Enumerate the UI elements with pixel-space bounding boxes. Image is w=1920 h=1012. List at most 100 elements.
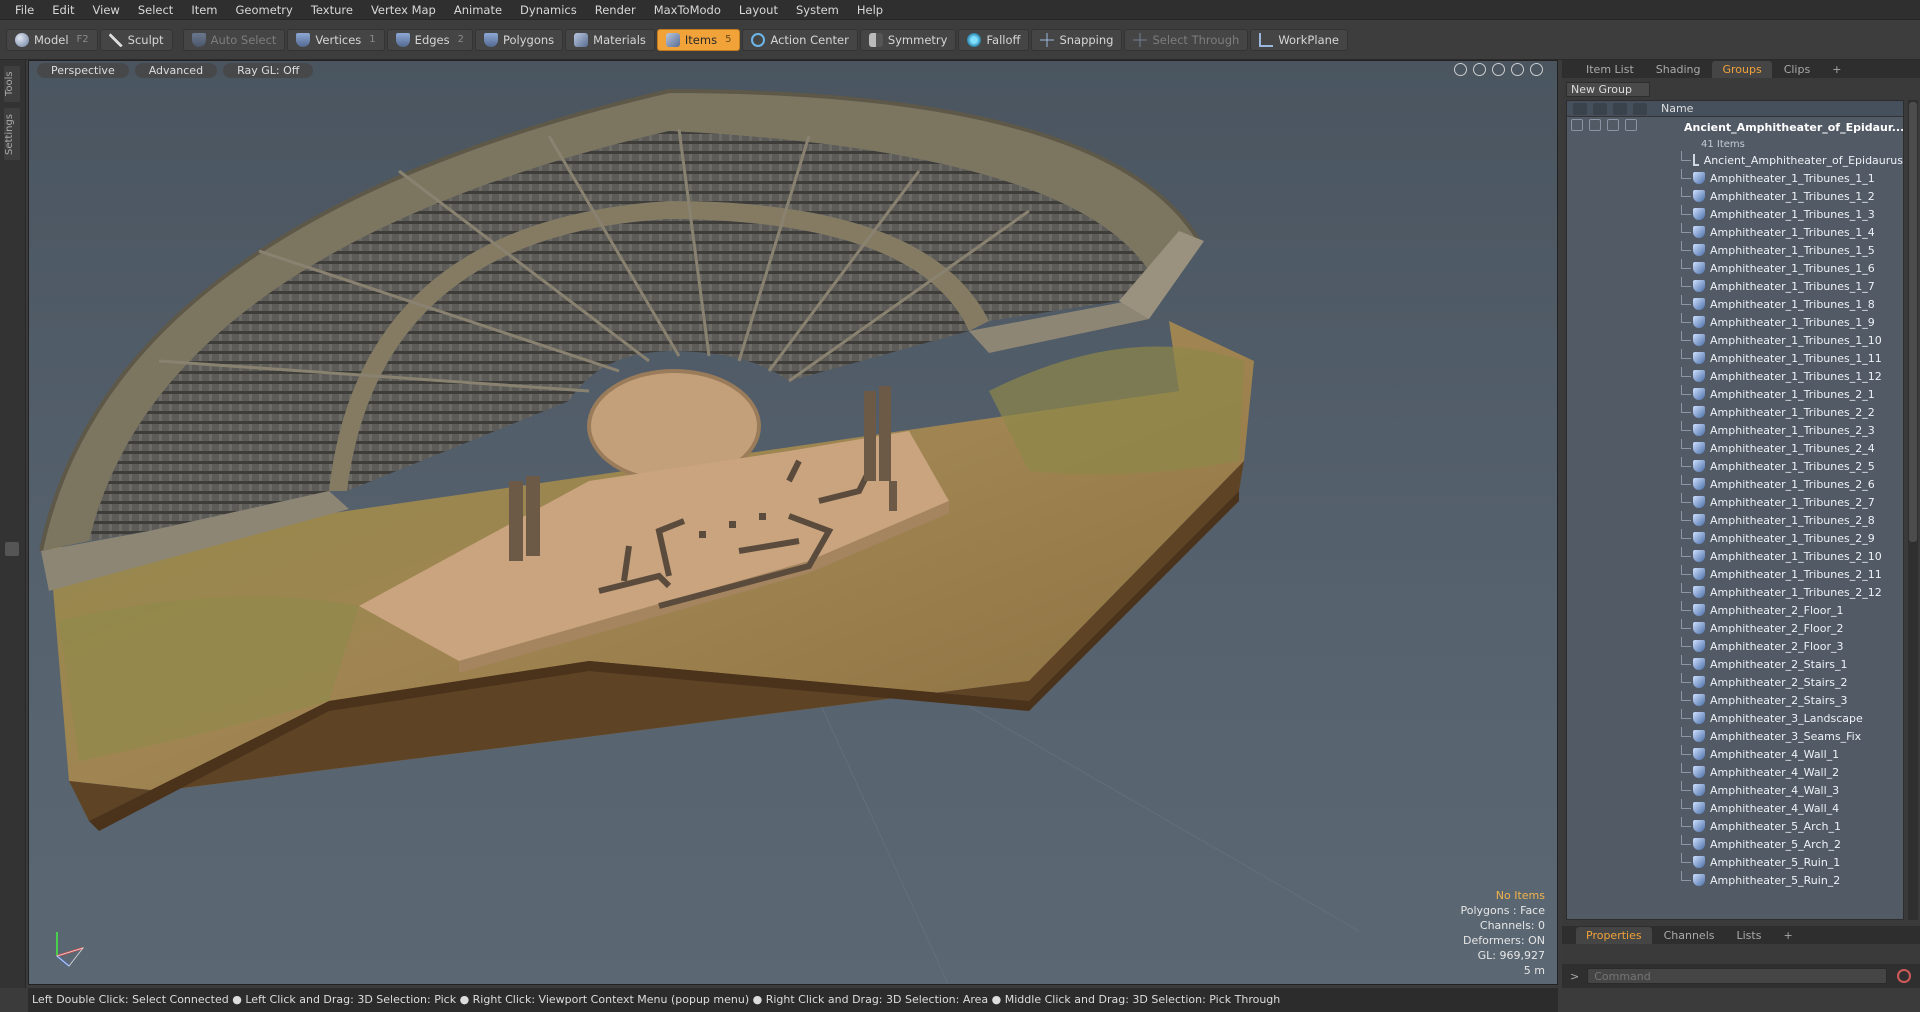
select-through-button[interactable]: Select Through bbox=[1124, 28, 1249, 51]
group-item-row[interactable]: Amphitheater_5_Arch_2 bbox=[1567, 835, 1903, 853]
group-root-row[interactable]: Ancient_Amphitheater_of_Epidaur... bbox=[1567, 117, 1903, 137]
menu-file[interactable]: File bbox=[6, 3, 43, 17]
group-item-row[interactable]: Amphitheater_4_Wall_1 bbox=[1567, 745, 1903, 763]
group-item-row[interactable]: Amphitheater_1_Tribunes_1_8 bbox=[1567, 295, 1903, 313]
fit-icon[interactable] bbox=[1511, 63, 1524, 76]
group-item-row[interactable]: Amphitheater_1_Tribunes_1_10 bbox=[1567, 331, 1903, 349]
group-item-row[interactable]: Amphitheater_3_Seams_Fix bbox=[1567, 727, 1903, 745]
group-item-row[interactable]: Amphitheater_3_Landscape bbox=[1567, 709, 1903, 727]
group-item-row[interactable]: Amphitheater_1_Tribunes_2_7 bbox=[1567, 493, 1903, 511]
command-input[interactable] bbox=[1587, 968, 1888, 984]
group-item-row[interactable]: Amphitheater_1_Tribunes_1_11 bbox=[1567, 349, 1903, 367]
group-item-row[interactable]: Amphitheater_2_Floor_2 bbox=[1567, 619, 1903, 637]
group-item-row[interactable]: Amphitheater_4_Wall_2 bbox=[1567, 763, 1903, 781]
materials-button[interactable]: Materials bbox=[565, 28, 655, 51]
group-item-row[interactable]: Amphitheater_2_Floor_1 bbox=[1567, 601, 1903, 619]
group-item-row[interactable]: Amphitheater_1_Tribunes_2_9 bbox=[1567, 529, 1903, 547]
zoom-icon[interactable] bbox=[1492, 63, 1505, 76]
group-item-row[interactable]: Amphitheater_1_Tribunes_1_2 bbox=[1567, 187, 1903, 205]
group-item-row[interactable]: Amphitheater_2_Stairs_3 bbox=[1567, 691, 1903, 709]
group-item-row[interactable]: Amphitheater_1_Tribunes_2_4 bbox=[1567, 439, 1903, 457]
visibility-column-icon[interactable] bbox=[1573, 102, 1587, 115]
group-item-row[interactable]: Amphitheater_2_Stairs_2 bbox=[1567, 673, 1903, 691]
tab-channels[interactable]: Channels bbox=[1654, 927, 1725, 944]
snapping-button[interactable]: Snapping bbox=[1031, 28, 1123, 51]
group-item-row[interactable]: Amphitheater_1_Tribunes_2_8 bbox=[1567, 511, 1903, 529]
group-item-row[interactable]: Amphitheater_1_Tribunes_1_3 bbox=[1567, 205, 1903, 223]
toggle-panel-button[interactable] bbox=[5, 542, 19, 556]
add-tab-button[interactable]: + bbox=[1822, 61, 1851, 78]
select-icon[interactable] bbox=[1625, 119, 1637, 131]
tab-clips[interactable]: Clips bbox=[1774, 61, 1821, 78]
menu-maxtomodo[interactable]: MaxToModo bbox=[645, 3, 730, 17]
tab-groups[interactable]: Groups bbox=[1712, 61, 1772, 78]
add-properties-tab-button[interactable]: + bbox=[1773, 927, 1802, 944]
lock-column-icon[interactable] bbox=[1613, 102, 1627, 115]
menu-item[interactable]: Item bbox=[182, 3, 226, 17]
menu-select[interactable]: Select bbox=[129, 3, 182, 17]
group-item-row[interactable]: Amphitheater_1_Tribunes_1_4 bbox=[1567, 223, 1903, 241]
menu-animate[interactable]: Animate bbox=[445, 3, 511, 17]
group-item-row[interactable]: Amphitheater_2_Floor_3 bbox=[1567, 637, 1903, 655]
group-item-row[interactable]: Amphitheater_5_Arch_1 bbox=[1567, 817, 1903, 835]
render-icon[interactable] bbox=[1589, 119, 1601, 131]
group-item-row[interactable]: Amphitheater_1_Tribunes_1_5 bbox=[1567, 241, 1903, 259]
shading-dropdown[interactable]: Advanced bbox=[134, 62, 218, 78]
group-item-row[interactable]: Amphitheater_1_Tribunes_2_1 bbox=[1567, 385, 1903, 403]
group-item-row[interactable]: Ancient_Amphitheater_of_Epidaurus bbox=[1567, 151, 1903, 169]
group-item-row[interactable]: Amphitheater_1_Tribunes_1_9 bbox=[1567, 313, 1903, 331]
menu-dynamics[interactable]: Dynamics bbox=[511, 3, 586, 17]
select-column-icon[interactable] bbox=[1633, 102, 1647, 115]
menu-render[interactable]: Render bbox=[586, 3, 645, 17]
group-item-row[interactable]: Amphitheater_2_Stairs_1 bbox=[1567, 655, 1903, 673]
menu-help[interactable]: Help bbox=[848, 3, 892, 17]
action-center-button[interactable]: Action Center bbox=[742, 28, 858, 51]
menu-vertex-map[interactable]: Vertex Map bbox=[362, 3, 445, 17]
render-column-icon[interactable] bbox=[1593, 102, 1607, 115]
menu-layout[interactable]: Layout bbox=[730, 3, 787, 17]
group-item-row[interactable]: Amphitheater_4_Wall_4 bbox=[1567, 799, 1903, 817]
group-item-row[interactable]: Amphitheater_1_Tribunes_2_12 bbox=[1567, 583, 1903, 601]
group-item-row[interactable]: Amphitheater_1_Tribunes_2_5 bbox=[1567, 457, 1903, 475]
group-item-row[interactable]: Amphitheater_1_Tribunes_1_12 bbox=[1567, 367, 1903, 385]
group-item-row[interactable]: Amphitheater_1_Tribunes_2_6 bbox=[1567, 475, 1903, 493]
stop-icon[interactable] bbox=[1897, 969, 1912, 983]
menu-texture[interactable]: Texture bbox=[302, 3, 362, 17]
workplane-button[interactable]: WorkPlane bbox=[1250, 28, 1348, 51]
viewport-settings-icon[interactable] bbox=[1530, 63, 1543, 76]
polygons-button[interactable]: Polygons bbox=[474, 28, 564, 51]
tree-scrollbar[interactable] bbox=[1908, 100, 1918, 920]
raygl-toggle[interactable]: Ray GL: Off bbox=[223, 62, 314, 78]
group-item-row[interactable]: Amphitheater_1_Tribunes_2_10 bbox=[1567, 547, 1903, 565]
group-item-row[interactable]: Amphitheater_1_Tribunes_2_3 bbox=[1567, 421, 1903, 439]
tools-tab[interactable]: Tools bbox=[4, 66, 20, 102]
rotate-icon[interactable] bbox=[1473, 63, 1486, 76]
items-button[interactable]: Items 5 bbox=[656, 28, 741, 51]
group-item-row[interactable]: Amphitheater_5_Ruin_1 bbox=[1567, 853, 1903, 871]
3d-viewport[interactable]: Perspective Advanced Ray GL: Off No Item… bbox=[28, 60, 1558, 985]
eye-icon[interactable] bbox=[1571, 119, 1583, 131]
tab-properties[interactable]: Properties bbox=[1576, 927, 1652, 944]
tab-shading[interactable]: Shading bbox=[1646, 61, 1711, 78]
group-item-row[interactable]: Amphitheater_5_Ruin_2 bbox=[1567, 871, 1903, 889]
vertices-button[interactable]: Vertices 1 bbox=[287, 28, 385, 51]
menu-edit[interactable]: Edit bbox=[43, 3, 83, 17]
menu-geometry[interactable]: Geometry bbox=[227, 3, 302, 17]
group-item-row[interactable]: Amphitheater_1_Tribunes_1_1 bbox=[1567, 169, 1903, 187]
group-item-row[interactable]: Amphitheater_1_Tribunes_1_7 bbox=[1567, 277, 1903, 295]
auto-select-button[interactable]: Auto Select bbox=[182, 28, 286, 51]
falloff-button[interactable]: Falloff bbox=[958, 28, 1030, 51]
scrollbar-thumb[interactable] bbox=[1909, 102, 1917, 542]
menu-view[interactable]: View bbox=[84, 3, 129, 17]
view-mode-dropdown[interactable]: Perspective bbox=[37, 62, 129, 78]
group-item-row[interactable]: Amphitheater_1_Tribunes_1_6 bbox=[1567, 259, 1903, 277]
pan-icon[interactable] bbox=[1454, 63, 1467, 76]
lock-icon[interactable] bbox=[1607, 119, 1619, 131]
tab-lists[interactable]: Lists bbox=[1727, 927, 1772, 944]
group-item-row[interactable]: Amphitheater_1_Tribunes_2_2 bbox=[1567, 403, 1903, 421]
symmetry-button[interactable]: Symmetry bbox=[859, 28, 957, 51]
group-item-row[interactable]: Amphitheater_1_Tribunes_2_11 bbox=[1567, 565, 1903, 583]
tab-item-list[interactable]: Item List bbox=[1576, 61, 1644, 78]
settings-tab[interactable]: Settings bbox=[4, 108, 20, 160]
sculpt-mode-button[interactable]: Sculpt bbox=[99, 28, 173, 51]
